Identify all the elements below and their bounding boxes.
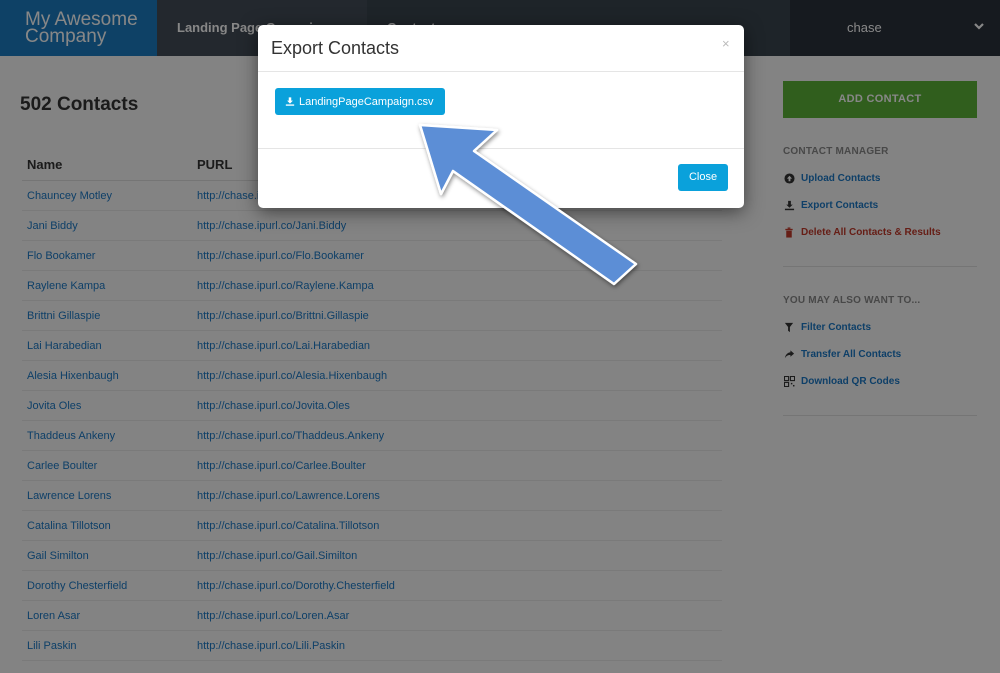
download-csv-label: LandingPageCampaign.csv [299,95,434,108]
close-button[interactable]: Close [678,164,728,191]
download-csv-button[interactable]: LandingPageCampaign.csv [275,88,445,115]
close-icon[interactable]: × [722,36,730,51]
modal-title: Export Contacts [271,38,400,58]
modal-footer-divider [258,148,744,149]
download-icon [285,97,295,106]
export-contacts-modal: Export Contacts × LandingPageCampaign.cs… [258,25,744,208]
modal-header-divider [258,71,744,72]
